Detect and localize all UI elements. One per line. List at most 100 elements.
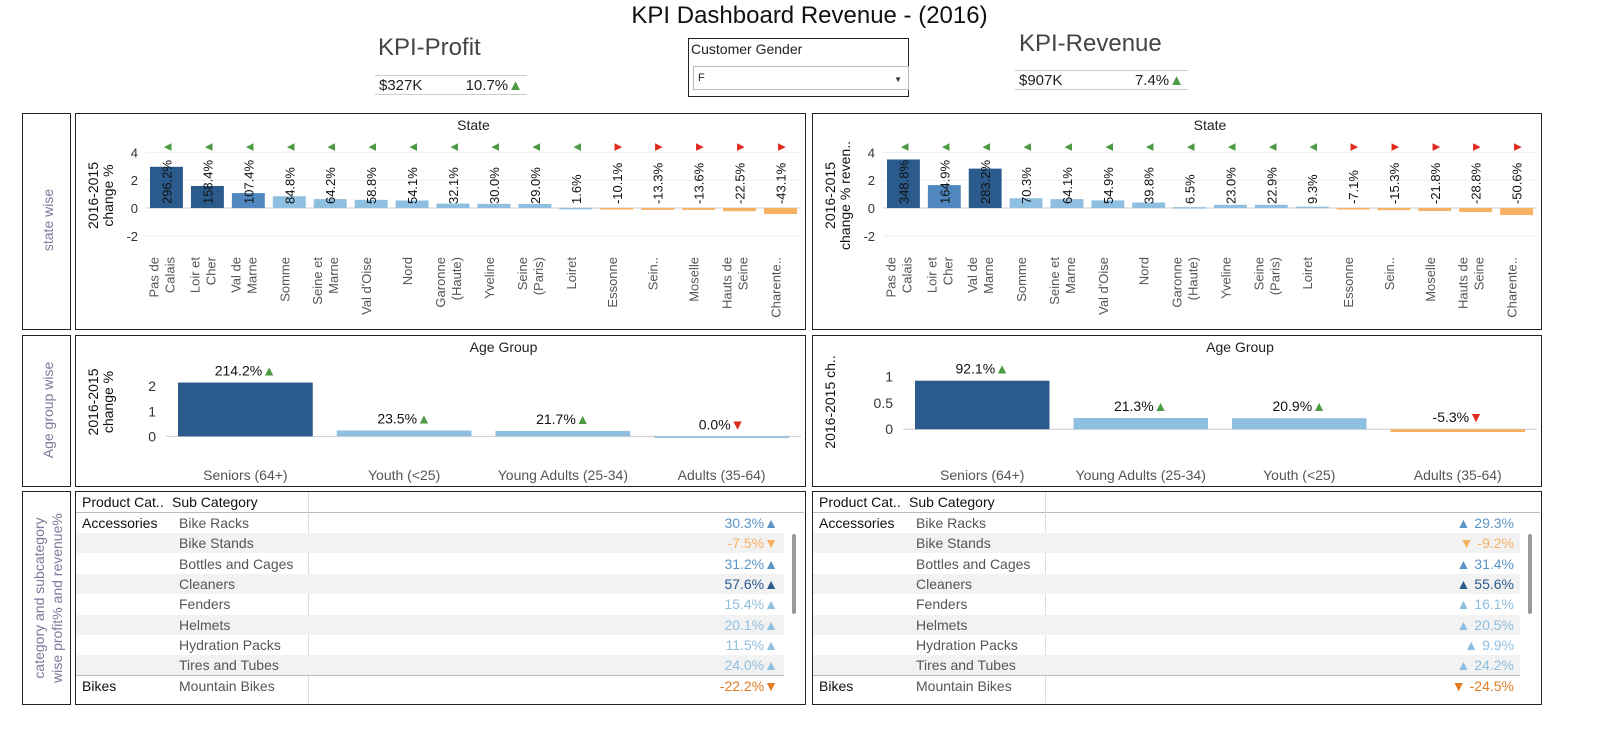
up-triangle-icon: ▲ [1305,141,1320,154]
data-label: 6.5% [1183,174,1198,204]
chart-title: Age Group [1206,339,1274,355]
x-tick-label: Youth (<25) [1263,467,1335,483]
data-label: 64.1% [1060,167,1075,204]
up-triangle-icon: ▲ [364,141,379,154]
x-tick-label: Val de [965,257,980,293]
value-label: 29.3% [1474,515,1514,531]
up-triangle-icon: ▲ [764,555,778,572]
value-cell: -7.5%▼ [728,533,778,553]
subcategory-cell: Cleaners [179,575,236,592]
data-label: 283.2% [978,159,993,204]
column-header-subcategory[interactable]: Sub Category [909,492,995,512]
bar [1390,429,1525,433]
data-label: 23.0% [1223,167,1238,204]
up-triangle-icon: ▲ [282,141,297,154]
up-triangle-icon: ▲ [1456,515,1471,531]
data-label: 32.1% [446,167,461,204]
down-triangle-icon: ▼ [651,141,666,154]
column-header-category[interactable]: Product Cat.. [82,492,164,512]
x-tick-label: Seniors (64+) [203,467,287,483]
chevron-down-icon[interactable]: ▼ [894,75,902,84]
up-triangle-icon: ▲ [508,76,523,94]
data-label: 9.3% [1305,174,1320,204]
table-row: Fenders 15.4%▲ [76,594,784,614]
x-tick-label: Marne [981,257,996,294]
down-triangle-icon: ▼ [1469,409,1483,425]
age-profit-panel: Age Group 2016-2015 change % 2 1 0 214.2%▲ Seni… [75,335,806,487]
data-label: -22.5% [733,162,748,204]
column-header-subcategory[interactable]: Sub Category [172,492,258,512]
data-label: 23.5% [377,410,417,426]
table-row: Tires and Tubes 24.0%▲ [76,655,784,676]
up-triangle-icon: ▲ [241,141,256,154]
x-tick-label: Marne [326,257,341,294]
revenue-table-body[interactable]: Product Cat.. Sub Category Accessories Bike… [813,492,1540,703]
data-label: 164.9% [937,159,952,204]
y-axis-label: 2016-2015 [85,368,101,435]
down-triangle-icon: ▼ [692,141,707,154]
value-cell: 31.2%▲ [724,554,778,574]
subcategory-cell: Bike Racks [916,515,987,531]
bar [1500,208,1533,216]
bar [654,436,789,438]
data-label: 39.8% [1142,167,1157,204]
data-label-group: 0.0%▼ [699,416,745,432]
up-triangle-icon: ▲ [764,515,778,531]
table-header: Product Cat.. Sub Category [813,492,1540,513]
profit-table-body[interactable]: Product Cat.. Sub Category Accessories Bike… [76,492,804,703]
data-label: 20.9% [1272,398,1312,414]
scrollbar-thumb[interactable] [1528,534,1532,614]
down-triangle-icon: ▼ [1451,678,1466,695]
table-row: Hydration Packs 11.5%▲ [76,635,784,655]
up-triangle-icon: ▲ [569,141,584,154]
value-cell: ▲ 31.4% [1456,554,1514,574]
gender-dropdown[interactable]: F ▼ [693,66,909,90]
y-tick-label: 0 [148,428,156,444]
up-triangle-icon: ▲ [1223,141,1238,154]
up-triangle-icon: ▲ [978,141,993,154]
value-cell: 57.6%▲ [724,574,778,594]
x-tick-label: Charente.. [769,257,784,318]
kpi-revenue-box: $907K 7.4%▲ [1015,70,1188,90]
kpi-revenue-change: 7.4% [1134,71,1170,89]
up-triangle-icon: ▲ [1456,616,1471,633]
bar [1073,418,1208,430]
data-label-group: 92.1%▲ [955,361,1009,377]
down-triangle-icon: ▼ [1469,141,1484,154]
x-tick-label: Seine [1472,257,1487,290]
data-label: 0.0% [699,416,731,432]
subcategory-cell: Helmets [179,616,231,633]
down-triangle-icon: ▼ [774,141,789,154]
up-triangle-icon: ▲ [405,141,420,154]
column-header-category[interactable]: Product Cat.. [819,492,901,512]
table-row: Helmets 20.1%▲ [76,614,784,635]
value-label: 15.4% [724,596,765,613]
up-triangle-icon: ▲ [1101,141,1116,154]
y-tick-label: -2 [126,229,138,244]
value-label: 57.6% [724,575,765,592]
data-label: 84.8% [282,167,297,204]
up-triangle-icon: ▲ [995,361,1009,377]
y-tick-label: 2 [868,173,875,188]
y-axis-label: change % reven.. [837,141,853,250]
bar [1377,208,1411,211]
bar [178,382,313,437]
data-label: -13.3% [651,162,666,204]
up-triangle-icon: ▲ [446,141,461,154]
value-cell: ▼ -24.5% [1452,676,1514,696]
scrollbar-thumb[interactable] [792,534,796,614]
age-profit-chart: Age Group2016-2015 change % 210214.2%▲Seni… [85,339,801,483]
x-tick-label: Cher [940,256,955,285]
down-triangle-icon: ▼ [764,678,778,695]
data-label: 58.8% [364,167,379,204]
kpi-profit-change: 10.7% [465,76,509,94]
data-label: -10.1% [610,162,625,204]
data-label: 296.2% [159,159,174,204]
value-cell: ▲ 29.3% [1456,513,1514,533]
value-label: -7.5% [727,535,765,552]
up-triangle-icon: ▲ [1264,141,1279,154]
y-axis-label: 2016-2015 ch.. [822,355,838,448]
state-profit-panel: State 2016-2015 change % 4 2 0 -2 296.2% ▲ Pas de… [75,113,806,330]
data-label-group: 21.7%▲ [536,411,590,427]
data-label: 70.3% [1019,167,1034,204]
